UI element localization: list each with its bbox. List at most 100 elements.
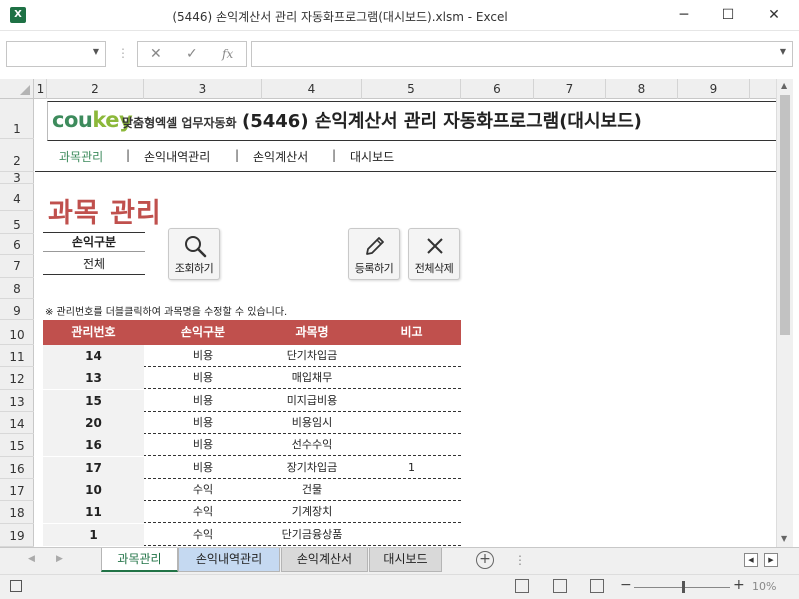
table-cell: 단기차입금 [286,349,338,362]
filter-label: 손익구분 [43,232,145,252]
table-row[interactable]: 13 비용 매입채무 [43,367,461,389]
table-cell [362,524,461,546]
row-header[interactable]: 5 [0,211,34,234]
column-header[interactable]: 6 [461,79,534,99]
sheet-tab[interactable]: 과목관리 [101,548,178,572]
scroll-right-icon[interactable]: ▶ [764,553,778,567]
row-header[interactable]: 12 [0,367,34,390]
column-header[interactable]: 5 [362,79,461,99]
vertical-scrollbar[interactable]: ▲ ▼ [776,79,793,547]
add-sheet-icon[interactable]: + [476,551,494,569]
zoom-out-button[interactable]: − [620,577,632,593]
table-row[interactable]: 14 비용 단기차입금 [43,345,461,367]
table-row[interactable]: 16 비용 선수수익 [43,434,461,456]
macro-record-icon[interactable] [10,580,22,592]
maximize-button[interactable]: ☐ [705,0,751,31]
nav-separator: | [235,148,240,162]
row-header[interactable]: 3 [0,172,34,184]
row-header[interactable]: 14 [0,412,34,434]
tab-next-icon[interactable]: ▶ [56,554,63,564]
nav-item-income-statement[interactable]: 손익계산서 [253,148,308,165]
zoom-in-button[interactable]: + [733,577,745,593]
table-cell: 장기차입금 [286,461,338,474]
nav-item-entries[interactable]: 손익내역관리 [144,148,210,165]
column-title: 과목명 [295,325,329,339]
table-cell[interactable]: 16 [43,434,144,456]
page-layout-icon[interactable] [553,579,567,593]
row-header[interactable]: 9 [0,299,34,320]
worksheet[interactable]: coukey 맞춤형엑셀 업무자동화 (5446) 손익계산서 관리 자동화프로… [35,99,776,547]
row-header[interactable]: 4 [0,184,34,211]
table-row[interactable]: 1 수익 단기금융상품 [43,524,461,546]
row-header[interactable]: 16 [0,457,34,479]
column-header[interactable]: 4 [262,79,362,99]
row-header[interactable]: 1 [0,99,34,139]
column-header[interactable]: 8 [606,79,678,99]
column-header[interactable]: 1 [35,79,47,99]
search-icon [185,236,207,258]
chevron-down-icon[interactable]: ▼ [93,47,99,56]
row-header[interactable]: 15 [0,434,34,457]
row-header[interactable]: 2 [0,139,34,172]
minimize-button[interactable]: ─ [661,0,707,31]
cancel-icon[interactable]: ✕ [150,46,162,62]
normal-view-icon[interactable] [515,579,529,593]
column-header[interactable]: 7 [534,79,606,99]
scroll-left-icon[interactable]: ◀ [744,553,758,567]
search-button[interactable]: 조회하기 [168,228,220,280]
row-header[interactable]: 17 [0,479,34,501]
zoom-slider-thumb[interactable] [682,581,685,593]
row-header[interactable]: 18 [0,501,34,524]
page-break-icon[interactable] [590,579,604,593]
nav-item-dashboard[interactable]: 대시보드 [350,148,394,165]
column-header[interactable]: 3 [144,79,262,99]
sheet-tab[interactable]: 대시보드 [369,548,442,572]
row-header[interactable]: 13 [0,390,34,412]
search-button-label: 조회하기 [174,262,214,275]
column-header[interactable]: 9 [678,79,750,99]
expand-icon[interactable]: ▼ [780,47,786,56]
scroll-thumb[interactable] [780,95,790,335]
sheet-tab[interactable]: 손익내역관리 [178,548,280,572]
row-header[interactable]: 19 [0,524,34,547]
table-row[interactable]: 10 수익 건물 [43,479,461,501]
tab-splitter-icon[interactable]: ⋮ [514,553,526,567]
table-cell[interactable]: 13 [43,367,144,389]
close-button[interactable]: ✕ [751,0,797,31]
row-header[interactable]: 10 [0,320,34,345]
scroll-up-icon[interactable]: ▲ [781,81,787,90]
table-cell[interactable]: 11 [43,501,144,523]
insert-function-icon[interactable]: fx [222,47,233,61]
row-header[interactable]: 8 [0,278,34,299]
tab-prev-icon[interactable]: ◀ [28,554,35,564]
pencil-icon [366,237,384,255]
zoom-level[interactable]: 10% [752,580,776,593]
table-cell[interactable]: 14 [43,345,144,367]
filter-value[interactable]: 전체 [43,255,145,275]
select-all-corner[interactable] [0,79,34,99]
table-row[interactable]: 17 비용 장기차입금 1 [43,457,461,479]
formula-input[interactable]: ▼ [251,41,793,67]
enter-icon[interactable]: ✓ [186,46,198,62]
row-header[interactable]: 7 [0,255,34,278]
table-row[interactable]: 11 수익 기계장치 [43,501,461,523]
row-header[interactable]: 11 [0,345,34,367]
table-cell[interactable]: 17 [43,457,144,479]
table-cell: 수익 [192,483,214,496]
nav-item-subject[interactable]: 과목관리 [59,148,103,165]
table-row[interactable]: 15 비용 미지급비용 [43,390,461,412]
sheet-tab[interactable]: 손익계산서 [281,548,368,572]
row-header[interactable]: 6 [0,234,34,255]
scroll-down-icon[interactable]: ▼ [781,534,787,543]
table-cell[interactable]: 10 [43,479,144,501]
delete-all-button[interactable]: 전체삭제 [408,228,460,280]
name-box[interactable]: ▼ [6,41,106,67]
table-row[interactable]: 20 비용 비용임시 [43,412,461,434]
table-cell[interactable]: 20 [43,412,144,434]
table-cell[interactable]: 15 [43,390,144,412]
document-title: (5446) 손익계산서 관리 자동화프로그램(대시보드) [242,111,642,132]
register-button[interactable]: 등록하기 [348,228,400,280]
table-cell[interactable]: 1 [43,524,144,546]
column-header[interactable]: 2 [47,79,144,99]
coukey-logo: coukey [52,108,133,132]
